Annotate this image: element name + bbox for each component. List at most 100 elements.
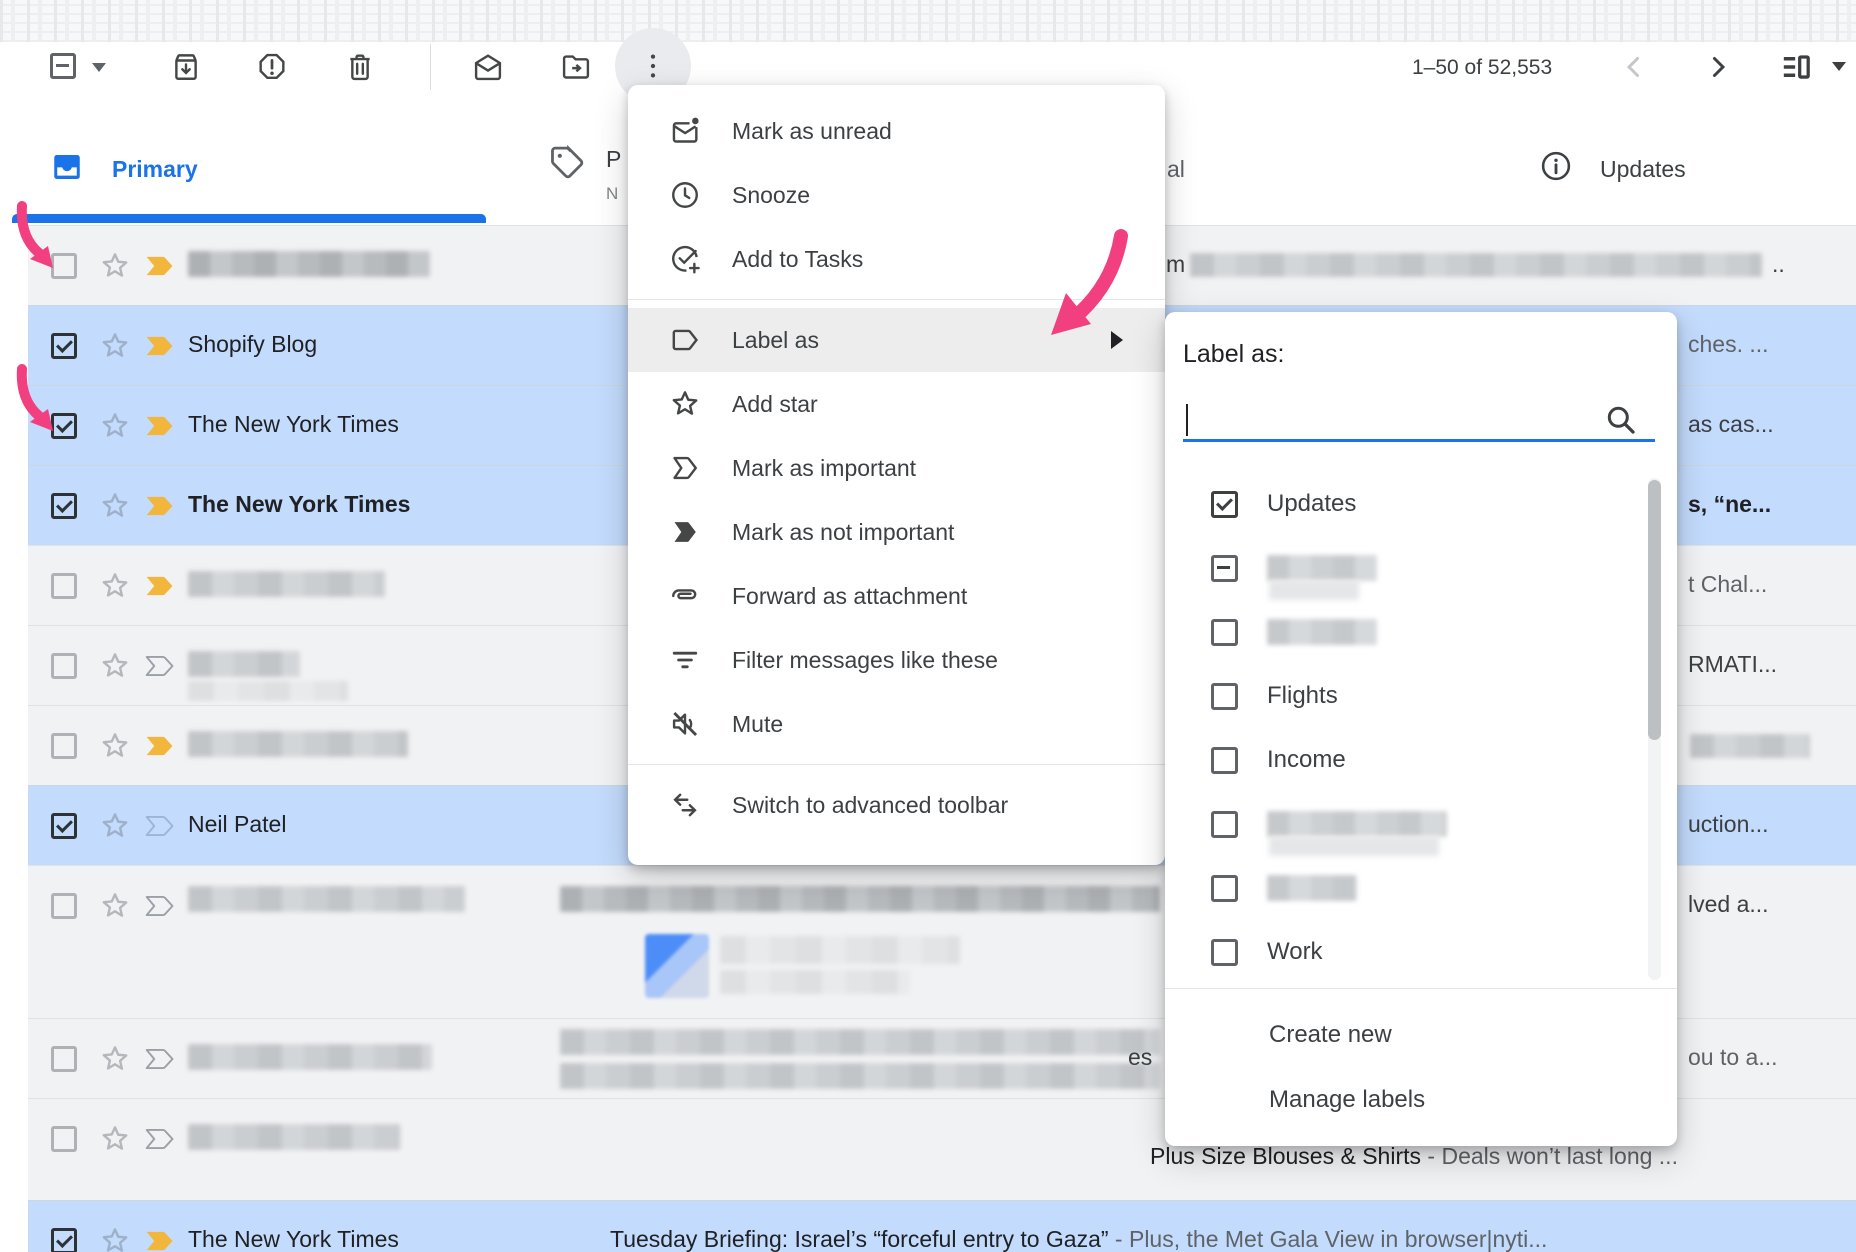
snippet-text: - Deals won’t last long ... xyxy=(1421,1143,1678,1169)
importance-marker-icon[interactable] xyxy=(144,414,176,438)
row-checkbox[interactable] xyxy=(51,333,77,359)
menu-item-switch-to-advanced-toolbar[interactable]: Switch to advanced toolbar xyxy=(628,773,1165,837)
row-checkbox[interactable] xyxy=(51,1228,77,1252)
menu-item-mark-as-important[interactable]: Mark as important xyxy=(628,436,1165,500)
snippet-fragment: ou to a... xyxy=(1688,1044,1778,1071)
importance-marker-icon[interactable] xyxy=(144,734,176,758)
newer-page-button[interactable] xyxy=(1614,47,1654,87)
star-icon[interactable] xyxy=(98,1224,132,1252)
create-new-label-button[interactable]: Create new xyxy=(1269,1007,1392,1063)
select-dropdown-caret[interactable] xyxy=(92,63,106,72)
manage-labels-button[interactable]: Manage labels xyxy=(1269,1072,1425,1128)
sender-name: The New York Times xyxy=(188,1226,399,1252)
label-checkbox[interactable] xyxy=(1211,619,1238,646)
report-spam-button[interactable] xyxy=(252,47,292,87)
label-option-blurred[interactable] xyxy=(1165,792,1645,856)
sender-name-blurred xyxy=(188,1124,400,1150)
move-to-button[interactable] xyxy=(556,47,596,87)
label-name-blurred-line2 xyxy=(1269,580,1359,600)
star-icon[interactable] xyxy=(98,569,132,603)
star-icon[interactable] xyxy=(98,249,132,283)
menu-item-snooze[interactable]: Snooze xyxy=(628,163,1165,227)
older-page-button[interactable] xyxy=(1698,47,1738,87)
row-checkbox[interactable] xyxy=(51,493,77,519)
star-icon[interactable] xyxy=(98,1122,132,1156)
menu-item-filter-messages-like-these[interactable]: Filter messages like these xyxy=(628,628,1165,692)
importance-marker-icon[interactable] xyxy=(144,494,176,518)
label-scrollbar-thumb[interactable] xyxy=(1648,480,1661,740)
row-checkbox[interactable] xyxy=(51,653,77,679)
tab-social-fragment[interactable]: al xyxy=(1167,152,1185,186)
star-icon[interactable] xyxy=(98,409,132,443)
menu-item-forward-as-attachment[interactable]: Forward as attachment xyxy=(628,564,1165,628)
importance-marker-icon[interactable] xyxy=(144,894,176,918)
importance-marker-icon[interactable] xyxy=(144,654,176,678)
filter-icon xyxy=(668,643,702,677)
label-option-blurred[interactable] xyxy=(1165,600,1645,664)
star-icon[interactable] xyxy=(98,889,132,923)
select-all-checkbox[interactable] xyxy=(50,53,76,79)
label-option-work[interactable]: Work xyxy=(1165,920,1645,980)
star-icon[interactable] xyxy=(98,809,132,843)
label-option-blurred[interactable] xyxy=(1165,536,1645,600)
label-checkbox[interactable] xyxy=(1211,875,1238,902)
star-icon[interactable] xyxy=(98,649,132,683)
row-checkbox[interactable] xyxy=(51,573,77,599)
tab-updates[interactable]: Updates xyxy=(1600,152,1686,186)
submenu-arrow-icon xyxy=(1111,331,1123,349)
importance-marker-icon[interactable] xyxy=(144,574,176,598)
label-checkbox[interactable] xyxy=(1211,683,1238,710)
row-checkbox[interactable] xyxy=(51,253,77,279)
email-row-12[interactable]: The New York TimesTuesday Briefing: Isra… xyxy=(28,1200,1856,1252)
add-to-tasks-icon xyxy=(668,242,702,276)
menu-item-add-to-tasks[interactable]: Add to Tasks xyxy=(628,227,1165,291)
importance-marker-icon[interactable] xyxy=(144,334,176,358)
label-checkbox[interactable] xyxy=(1211,747,1238,774)
menu-item-label: Filter messages like these xyxy=(732,647,998,674)
tab-primary[interactable]: Primary xyxy=(112,152,198,186)
menu-item-mark-as-unread[interactable]: Mark as unread xyxy=(628,99,1165,163)
row-checkbox[interactable] xyxy=(51,1046,77,1072)
importance-marker-icon[interactable] xyxy=(144,1127,176,1151)
delete-button[interactable] xyxy=(340,47,380,87)
row-checkbox[interactable] xyxy=(51,813,77,839)
importance-marker-icon[interactable] xyxy=(144,814,176,838)
menu-item-mute[interactable]: Mute xyxy=(628,692,1165,756)
row-checkbox[interactable] xyxy=(51,893,77,919)
star-icon[interactable] xyxy=(98,329,132,363)
importance-marker-icon[interactable] xyxy=(144,1047,176,1071)
importance-marker-icon[interactable] xyxy=(144,254,176,278)
label-checkbox[interactable] xyxy=(1211,555,1238,582)
label-option-updates[interactable]: Updates xyxy=(1165,472,1645,536)
star-icon[interactable] xyxy=(98,729,132,763)
row-checkbox[interactable] xyxy=(51,1126,77,1152)
sender-name-blurred xyxy=(188,251,430,277)
mark-as-read-button[interactable] xyxy=(468,47,508,87)
star-icon[interactable] xyxy=(98,489,132,523)
menu-item-label-as[interactable]: Label as xyxy=(628,308,1165,372)
label-checkbox[interactable] xyxy=(1211,939,1238,966)
attachment-thumbnail[interactable] xyxy=(645,934,709,998)
split-view-toggle[interactable] xyxy=(1776,47,1816,87)
tab-promotions-fragment[interactable]: P xyxy=(606,142,621,176)
menu-item-mark-as-not-important[interactable]: Mark as not important xyxy=(628,500,1165,564)
label-checkbox[interactable] xyxy=(1211,811,1238,838)
label-option-blurred[interactable] xyxy=(1165,856,1645,920)
archive-button[interactable] xyxy=(166,47,206,87)
row-checkbox[interactable] xyxy=(51,413,77,439)
view-dropdown-caret[interactable] xyxy=(1832,62,1846,71)
label-option-flights[interactable]: Flights xyxy=(1165,664,1645,728)
snippet-fragment: as cas... xyxy=(1688,411,1774,438)
snippet-fragment-blurred xyxy=(1690,734,1810,758)
label-search-input[interactable] xyxy=(1183,396,1655,442)
star-icon[interactable] xyxy=(98,1042,132,1076)
label-checkbox[interactable] xyxy=(1211,491,1238,518)
row-checkbox[interactable] xyxy=(51,733,77,759)
menu-item-add-star[interactable]: Add star xyxy=(628,372,1165,436)
label-as-popup: Label as: UpdatesFlightsIncomeWork Creat… xyxy=(1165,312,1677,1146)
promotions-tag-icon[interactable] xyxy=(546,142,588,184)
label-option-income[interactable]: Income xyxy=(1165,728,1645,792)
snippet-fragment: t Chal... xyxy=(1688,571,1767,598)
importance-marker-icon[interactable] xyxy=(144,1229,176,1252)
more-options-icon xyxy=(636,49,670,83)
